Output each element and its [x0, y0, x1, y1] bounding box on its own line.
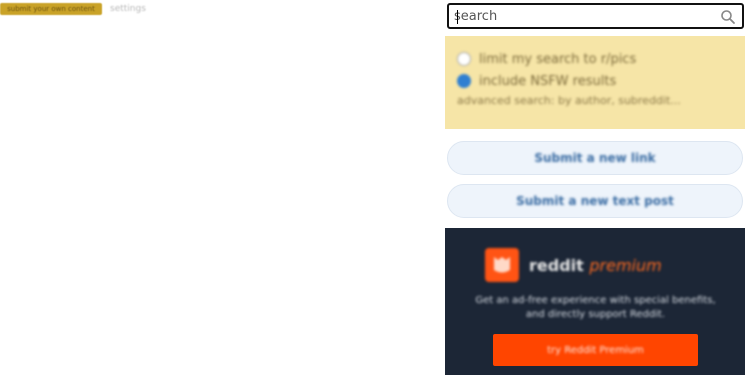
header-banner-label: submit your own content: [7, 5, 95, 13]
search-input[interactable]: [454, 7, 714, 25]
premium-brand: reddit: [529, 255, 584, 275]
premium-promo: reddit premium Get an ad-free experience…: [445, 228, 745, 375]
try-premium-button[interactable]: try Reddit Premium: [493, 334, 698, 366]
sidebar: limit my search to r/pics include NSFW r…: [445, 0, 750, 375]
header-link[interactable]: settings: [110, 4, 146, 14]
shield-icon: [494, 257, 510, 273]
try-premium-label: try Reddit Premium: [547, 344, 644, 356]
page: submit your own content settings limit m…: [0, 0, 750, 375]
reddit-premium-logo-icon: [485, 248, 519, 282]
premium-header: reddit premium: [485, 248, 662, 282]
restrict-search-checkbox[interactable]: [457, 52, 471, 66]
premium-brand-accent: premium: [589, 255, 662, 275]
nsfw-checkbox[interactable]: [457, 74, 471, 88]
header-remnant: submit your own content settings: [0, 3, 146, 15]
search-icon[interactable]: [720, 9, 736, 25]
restrict-search-label: limit my search to r/pics: [479, 51, 637, 67]
premium-title: reddit premium: [529, 256, 662, 275]
submit-link-label: Submit a new link: [534, 151, 656, 165]
submit-text-button[interactable]: Submit a new text post: [447, 184, 743, 218]
nsfw-label: include NSFW results: [479, 73, 617, 89]
search-form: [447, 3, 744, 29]
submit-text-label: Submit a new text post: [516, 194, 674, 208]
search-options-panel: limit my search to r/pics include NSFW r…: [445, 36, 745, 129]
header-banner[interactable]: submit your own content: [0, 3, 102, 15]
advanced-search-link[interactable]: advanced search: by author, subreddit...: [457, 94, 733, 107]
nsfw-option[interactable]: include NSFW results: [457, 70, 733, 92]
text-cursor: [457, 10, 458, 24]
premium-description: Get an ad-free experience with special b…: [475, 295, 716, 320]
restrict-search-option[interactable]: limit my search to r/pics: [457, 48, 733, 70]
submit-link-button[interactable]: Submit a new link: [447, 141, 743, 175]
